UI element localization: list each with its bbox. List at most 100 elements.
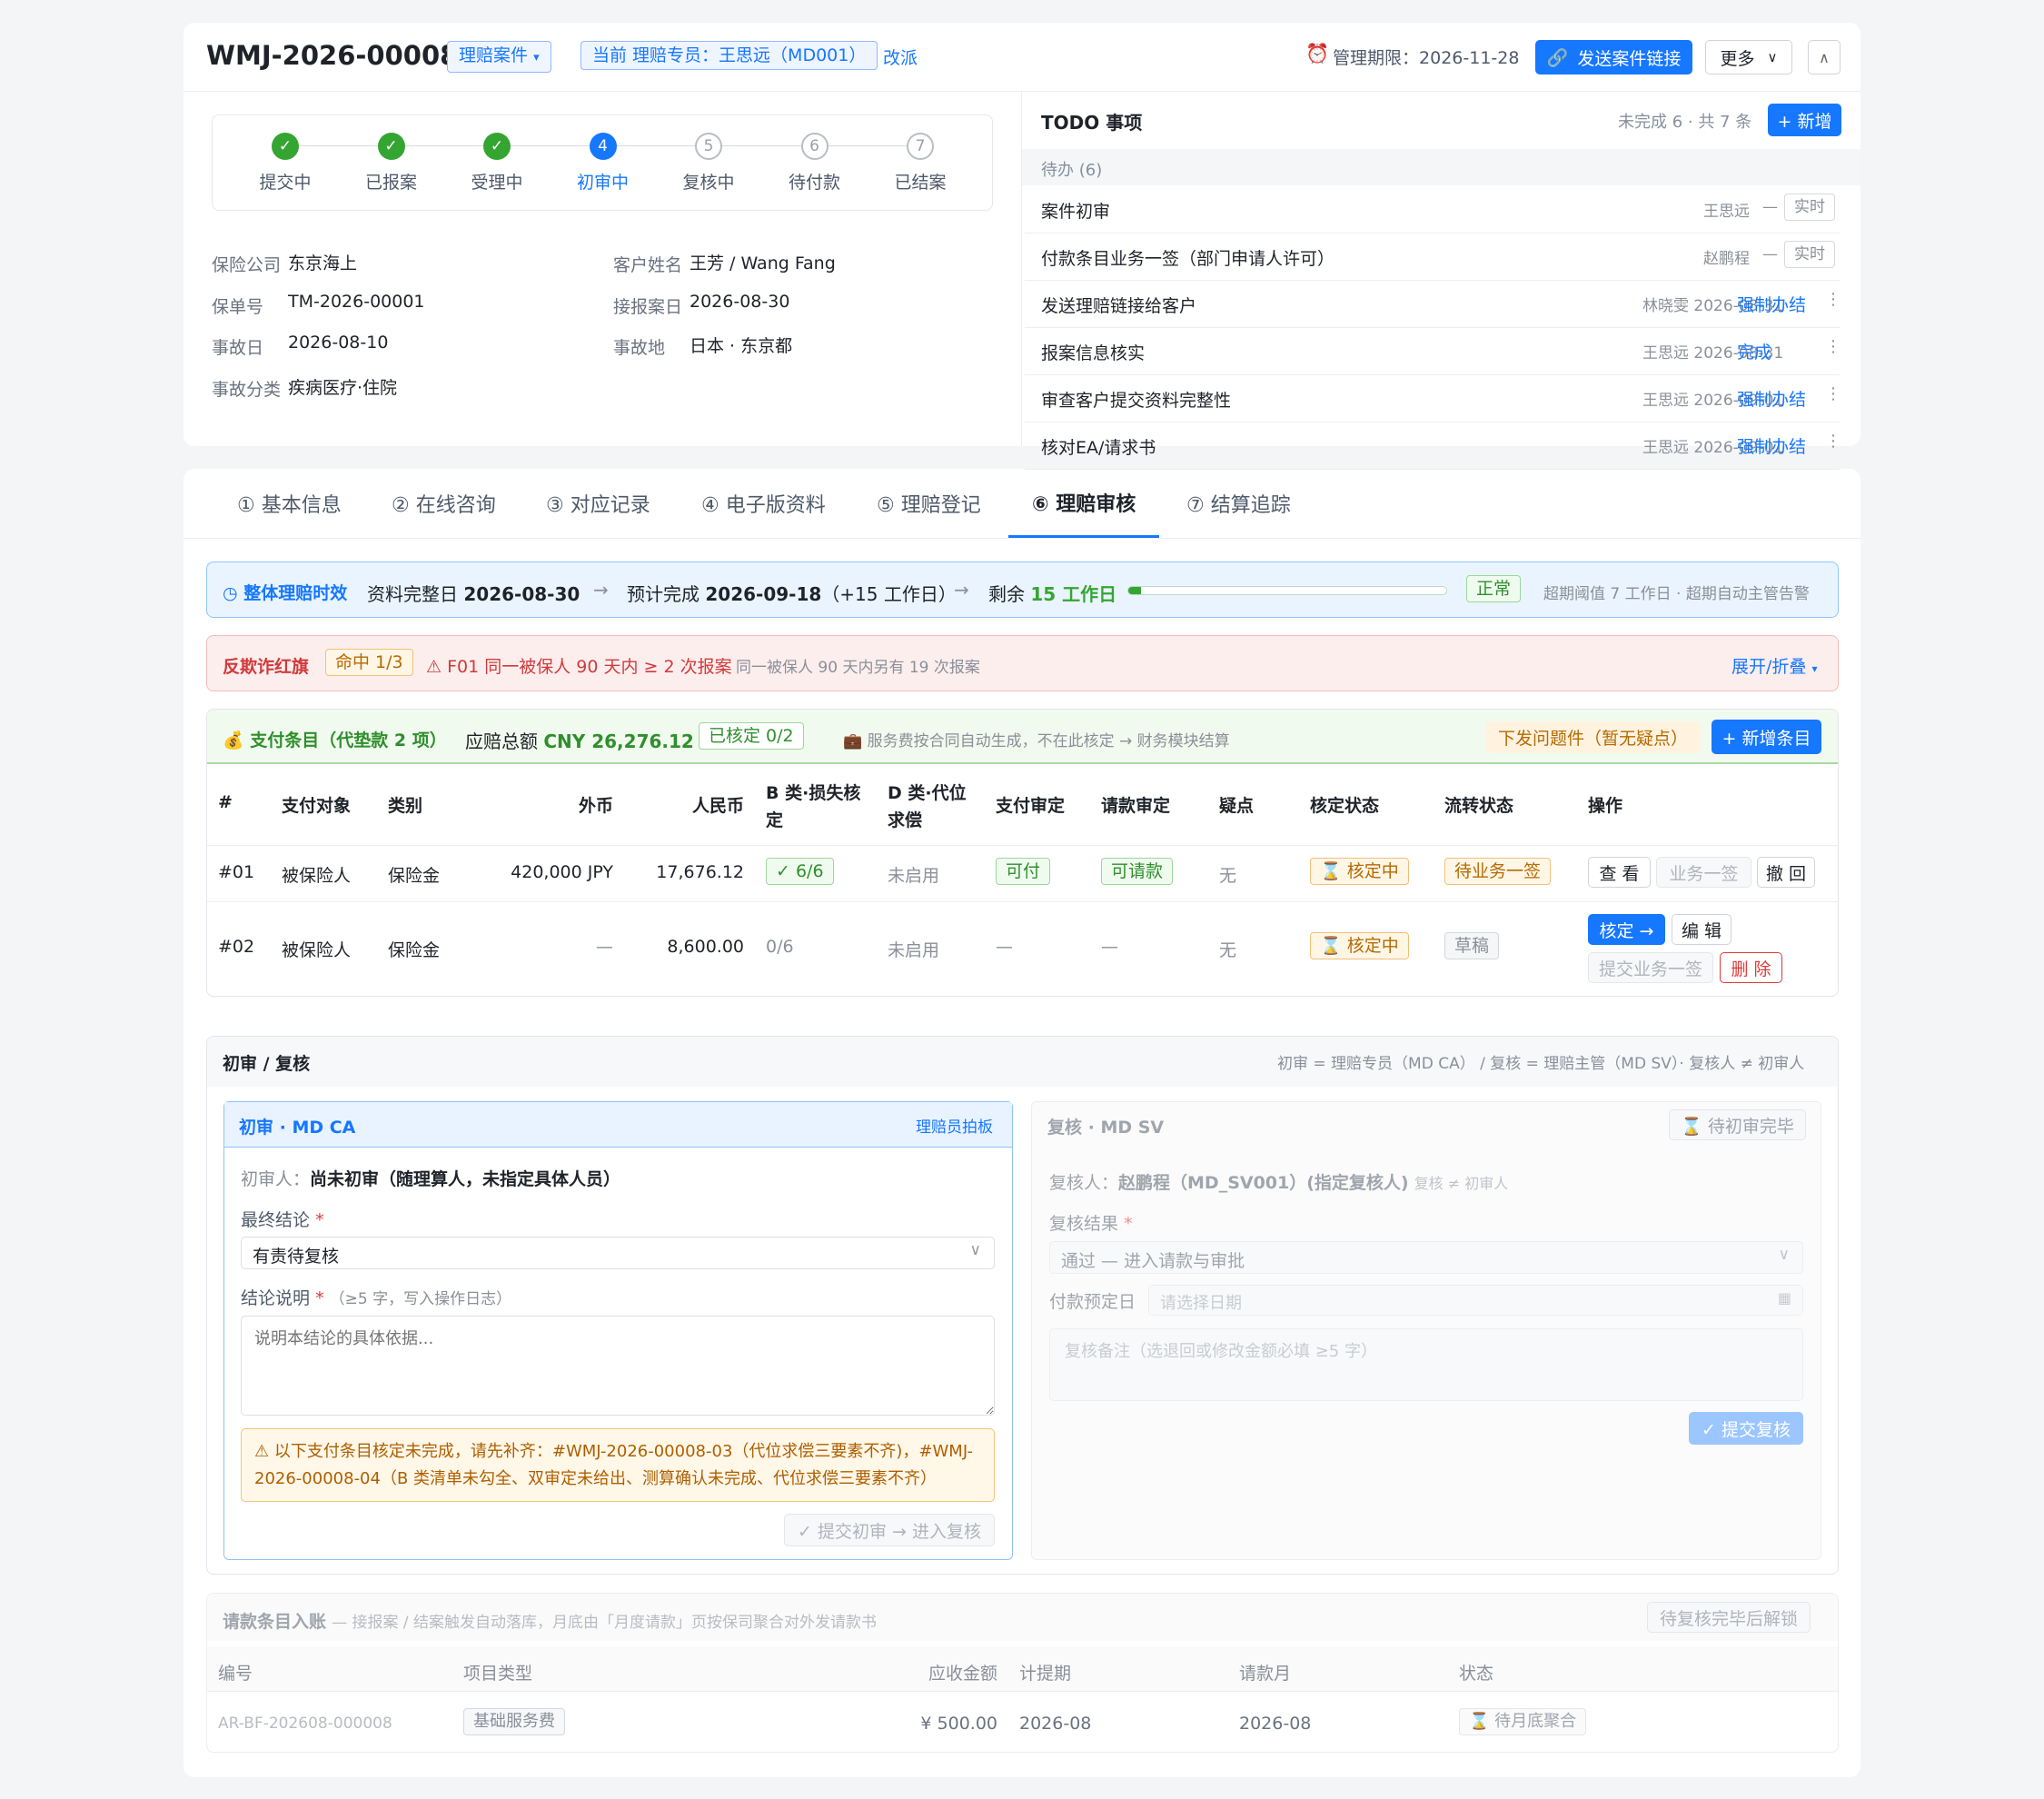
fraud-rule: ⚠ F01 同一被保人 90 天内 ≥ 2 次报案 xyxy=(426,657,732,677)
expected-date: 预计完成 2026-09-18（+15 工作日） xyxy=(627,583,957,605)
waiting-first-review: ⌛ 待初审完毕 xyxy=(1669,1109,1806,1140)
delete-button[interactable]: 删 除 xyxy=(1720,952,1782,983)
money-bag-icon: 💰 xyxy=(223,731,244,750)
step-label: 复核中 xyxy=(682,173,735,193)
step-number: 4 xyxy=(589,133,617,160)
add-item-button[interactable]: + 新增条目 xyxy=(1712,720,1821,754)
request-approval-tag: 可请款 xyxy=(1101,858,1174,885)
review-remark[interactable]: 复核备注（选退回或修改金额必填 ≥5 字） xyxy=(1049,1328,1803,1401)
adjuster-decide: 理赔员拍板 xyxy=(916,1118,993,1137)
todo-item[interactable]: 核对EA/请求书 王思远 2026-09-01 强制办结 ⋮ xyxy=(1025,422,1841,470)
tab-3[interactable]: ③ 对应记录 xyxy=(546,469,650,538)
todo-item-title: 审查客户提交资料完整性 xyxy=(1041,391,1232,411)
conclusion-select[interactable]: 有责待复核 ∨ xyxy=(241,1237,995,1269)
send-case-link-button[interactable]: 🔗 发送案件链接 xyxy=(1535,40,1692,75)
withdraw-button[interactable]: 撤 回 xyxy=(1757,857,1815,888)
todo-action-link[interactable]: 强制办结 xyxy=(1737,386,1806,411)
result-select[interactable]: 通过 — 进入请款与审批 ∨ xyxy=(1049,1241,1803,1274)
more-vert-icon[interactable]: ⋮ xyxy=(1825,432,1841,451)
collapse-button[interactable]: ∧ xyxy=(1808,40,1841,75)
alarm-clock-icon: ⏰ xyxy=(1305,43,1330,65)
todo-action-link[interactable]: 强制办结 xyxy=(1737,292,1806,316)
info-label-policy: 保单号 xyxy=(212,297,264,317)
todo-item[interactable]: 案件初审 王思远 — 实时 xyxy=(1025,186,1840,234)
header-divider xyxy=(184,91,1860,92)
todo-item[interactable]: 发送理赔链接给客户 林晓雯 2026-08-31 强制办结 ⋮ xyxy=(1025,281,1841,328)
tab-2[interactable]: ② 在线咨询 xyxy=(392,469,496,538)
doubt: 无 xyxy=(1219,866,1237,886)
todo-action-link[interactable]: 完成 xyxy=(1737,339,1771,363)
more-vert-icon[interactable]: ⋮ xyxy=(1825,337,1841,356)
link-icon: 🔗 xyxy=(1546,47,1569,68)
todo-summary: 未完成 6 · 共 7 条 xyxy=(1618,113,1752,132)
check-button[interactable]: 核定 → xyxy=(1588,914,1665,945)
info-label-report-date: 接报案日 xyxy=(613,297,683,317)
todo-item[interactable]: 付款条目业务一签（部门申请人许可） 赵鹏程 — 实时 xyxy=(1025,234,1840,281)
todo-item[interactable]: 审查客户提交资料完整性 王思远 2026-09-01 强制办结 ⋮ xyxy=(1025,375,1841,422)
arrow-right-icon: → xyxy=(954,579,969,601)
deadline: 管理期限：2026-11-28 xyxy=(1333,48,1520,68)
step-label: 初审中 xyxy=(576,173,629,193)
request-approval: — xyxy=(1101,937,1118,957)
column-header: 核定状态 xyxy=(1310,796,1380,816)
tab-6[interactable]: ⑥ 理赔审核 xyxy=(1008,469,1160,538)
fraud-toggle[interactable]: 展开/折叠 ▾ xyxy=(1731,653,1817,678)
b-class: 0/6 xyxy=(766,937,794,957)
issue-button[interactable]: 下发问题件（暂无疑点） xyxy=(1485,721,1702,753)
check-status-tag: ⌛ 核定中 xyxy=(1310,858,1409,885)
ar-column-header: 请款月 xyxy=(1239,1664,1292,1684)
case-type-dropdown[interactable]: 理赔案件 ▾ xyxy=(447,41,551,73)
ar-column-header: 项目类型 xyxy=(463,1664,533,1684)
more-button[interactable]: 更多 ∨ xyxy=(1705,40,1792,75)
todo-sep: — xyxy=(1762,245,1778,263)
check-status-tag: ⌛ 核定中 xyxy=(1310,932,1409,959)
submit-second-review-button[interactable]: ✓ 提交复核 xyxy=(1689,1412,1803,1445)
tab-7[interactable]: ⑦ 结算追踪 xyxy=(1186,469,1291,538)
todo-item-title: 报案信息核实 xyxy=(1041,343,1146,363)
ar-column-header: 编号 xyxy=(218,1664,253,1684)
column-divider xyxy=(1021,92,1022,446)
payment-checked: 已核定 0/2 xyxy=(699,722,804,750)
column-header: 支付审定 xyxy=(996,796,1066,816)
info-value-accident-date: 2026-08-10 xyxy=(288,333,389,353)
ar-column-header: 应收金额 xyxy=(928,1664,997,1684)
payment-total: 应赔总额 CNY 26,276.12 xyxy=(465,731,694,752)
explain-textarea[interactable] xyxy=(241,1316,995,1416)
column-header: D 类·代位求偿 xyxy=(888,783,967,830)
reassign-link[interactable]: 改派 xyxy=(883,45,918,69)
edit-button[interactable]: 编 辑 xyxy=(1672,914,1731,945)
case-number: WMJ-2026-00008 xyxy=(206,40,459,71)
case-type-label: 理赔案件 xyxy=(459,45,529,65)
ar-column-header: 状态 xyxy=(1459,1664,1494,1684)
info-value-policy: TM-2026-00001 xyxy=(288,292,425,312)
todo-assignee: 赵鹏程 xyxy=(1703,250,1750,268)
business-sign-button[interactable]: 业务一签 xyxy=(1656,857,1751,888)
todo-action-link[interactable]: 强制办结 xyxy=(1737,433,1806,458)
tab-1[interactable]: ① 基本信息 xyxy=(237,469,342,538)
paydate-label: 付款预定日 xyxy=(1049,1292,1136,1312)
current-handler: 当前 理赔专员：王思远（MD001） xyxy=(580,41,878,70)
result-label: 复核结果 * xyxy=(1049,1214,1133,1234)
item-no: #02 xyxy=(218,937,255,957)
todo-item-title: 案件初审 xyxy=(1041,202,1111,222)
submit-first-review-button[interactable]: ✓ 提交初审 → 进入复核 xyxy=(784,1514,995,1546)
more-vert-icon[interactable]: ⋮ xyxy=(1825,290,1841,309)
tab-5[interactable]: ⑤ 理赔登记 xyxy=(877,469,981,538)
todo-group-label: 待办 (6) xyxy=(1041,161,1103,180)
realtime-tag: 实时 xyxy=(1784,194,1835,221)
info-label-accident-place: 事故地 xyxy=(613,338,666,358)
paydate-input[interactable]: 请选择日期 ▦ xyxy=(1148,1285,1803,1316)
review-rule: 初审 = 理赔专员（MD CA） / 复核 = 理赔主管（MD SV）· 复核人… xyxy=(1277,1055,1805,1073)
todo-item[interactable]: 报案信息核实 王思远 2026-08-31 完成 ⋮ xyxy=(1025,328,1841,375)
column-header: B 类·损失核定 xyxy=(766,783,861,830)
item-target: 被保险人 xyxy=(282,866,352,886)
submit-business-sign-button[interactable]: 提交业务一签 xyxy=(1588,952,1713,983)
view-button[interactable]: 查 看 xyxy=(1588,857,1651,888)
add-todo-button[interactable]: + 新增 xyxy=(1768,104,1841,136)
info-label-insurer: 保险公司 xyxy=(212,255,282,275)
more-vert-icon[interactable]: ⋮ xyxy=(1825,384,1841,403)
tab-4[interactable]: ④ 电子版资料 xyxy=(701,469,826,538)
column-header: 支付对象 xyxy=(282,796,352,816)
step-6: 6 待付款 xyxy=(765,133,865,194)
pay-approval-tag: 可付 xyxy=(996,858,1051,885)
